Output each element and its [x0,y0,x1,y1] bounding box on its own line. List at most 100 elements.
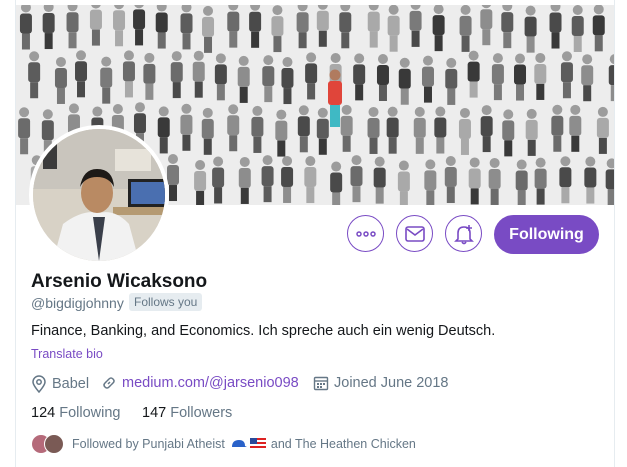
message-button[interactable] [396,215,433,252]
crowd-figure-head [282,57,293,68]
crowd-figure-head [276,109,287,120]
crowd-figure-body [488,168,501,189]
crowd-figure-body [459,15,472,36]
crowd-figure-body [413,117,426,138]
bell-plus-icon [453,224,474,244]
crowd-figure-legs [283,88,292,105]
crowd-figure-body [194,171,207,192]
crowd-figure-body [167,165,180,186]
crowd-figure-legs [355,84,364,101]
translate-bio-link[interactable]: Translate bio [31,347,103,361]
crowd-figure-head [263,55,274,66]
crowd-figure-legs [527,139,536,156]
crowd-figure-body [201,118,214,139]
crowd-figure-body [458,118,471,139]
crowd-figure-body [409,10,422,31]
crowd-figure-head [202,107,213,118]
crowd-figure-body [19,13,32,34]
crowd-figure-legs [56,87,65,104]
crowd-figure-legs [561,187,570,204]
joined-text: Joined June 2018 [334,375,449,391]
crowd-figure-legs [145,83,154,100]
crowd-figure-body [316,118,329,139]
crowd-figure-head [354,53,365,64]
crowd-figure-body [444,167,457,188]
crowd-figure-legs [172,82,181,99]
crowd-figure-head [298,105,309,116]
crowd-figure-body [113,10,126,31]
crowd-figure-legs [573,35,582,52]
crowd-figure-legs [598,137,607,154]
crowd-figure-head [489,157,500,168]
crowd-figure-head [305,156,316,167]
crowd-figure-body [534,63,547,84]
crowd-figure-legs [44,33,53,50]
crowd-figure-legs [307,83,316,100]
crowd-figure-legs [583,85,592,102]
crowd-figure-body [238,167,251,188]
crowd-figure-head [516,159,527,170]
crowd-figure-legs [423,86,432,103]
crowd-figure-legs [610,85,614,102]
crowd-figure-legs [264,86,273,103]
crowd-figure-legs [551,32,560,49]
more-button[interactable] [347,215,384,252]
crowd-figure-head [262,155,273,166]
crowd-figure-legs [369,137,378,154]
crowd-figure-head [572,5,583,15]
avatar-photo [33,129,165,261]
crowd-figure-legs [369,31,378,48]
notifications-button[interactable] [445,215,482,252]
crowd-figure-head [101,56,112,67]
crowd-figure-legs [375,187,384,204]
crowd-figure-body [502,120,515,141]
crowd-figure-body [271,16,284,37]
crowd-figure-head [570,104,581,115]
crowd-figure-head [459,107,470,118]
crowd-figure-head [388,5,399,15]
crowd-figure-body [373,167,386,188]
crowd-figure-body [515,170,528,191]
crowd-figure-head [525,5,536,16]
crowd-figure-legs [388,137,397,154]
followed-by[interactable]: Followed by Punjabi Atheist and The Heat… [31,434,416,454]
crowd-figure-head [561,51,572,62]
crowd-figure-legs [482,29,491,46]
website-link[interactable]: medium.com/@jarsenio098 [122,375,299,391]
avatar[interactable] [29,125,169,265]
crowd-figure-legs [196,191,205,205]
crowd-figure-head [398,160,409,171]
location-pin-icon [32,375,46,393]
location-text: Babel [52,376,90,392]
crowd-figure-legs [389,35,398,52]
following-label: Following [59,405,121,421]
crowd-figure-body [480,9,493,30]
crowd-figure-body [297,116,310,137]
crowd-figure-legs [298,32,307,49]
crowd-figure-legs [68,32,77,49]
crowd-figure-body [387,15,400,36]
crowd-figure-legs [229,31,238,48]
crowd-figure-head [76,50,87,61]
crowd-figure-legs [446,187,455,204]
crowd-figure-body [524,16,537,37]
crowd-figure-body [262,66,275,87]
crowd-figure-body [608,65,614,86]
crowd-figure-legs [460,138,469,155]
crowd-figure-body [480,116,493,137]
crowd-figure-legs [426,190,435,205]
crowd-figure-body [501,12,514,33]
following-button[interactable]: Following [494,215,599,254]
crowd-figure-body [534,168,547,189]
joined-date: Joined June 2018 [313,375,449,391]
crowd-figure-head [582,54,593,65]
followers-stat[interactable]: 147 Followers [142,405,232,421]
crowd-figure-head [181,103,192,114]
crowd-figure-body [133,113,146,134]
crowd-figure-head [469,157,480,168]
following-stat[interactable]: 124 Following [31,405,120,421]
crowd-figure-head [399,57,410,68]
crowd-figure-body [421,66,434,87]
crowd-figure-head [171,51,182,62]
crowd-figure-body [434,117,447,138]
